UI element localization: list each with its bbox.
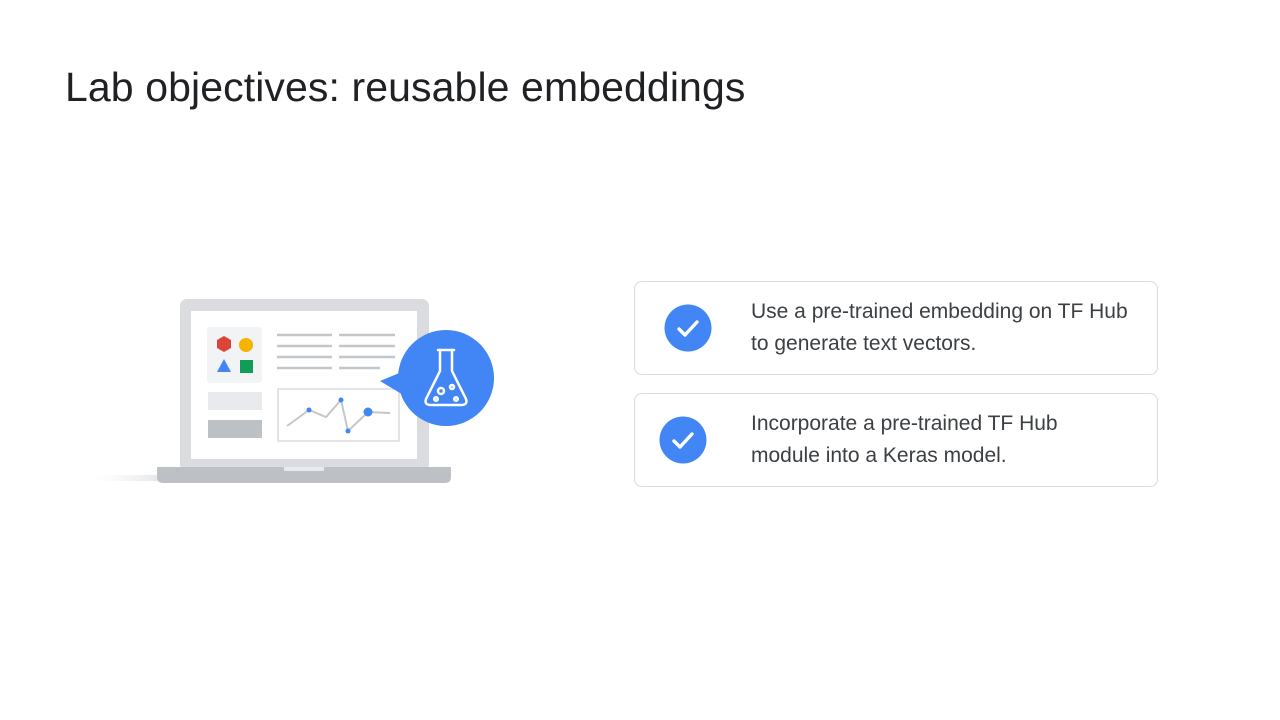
circle-shape — [239, 338, 253, 352]
objective-text: Use a pre-trained embedding on TF Hub to… — [751, 300, 1128, 355]
lab-illustration — [90, 295, 510, 495]
square-shape — [240, 360, 253, 373]
objective-card: Incorporate a pre-trained TF Hub module … — [634, 393, 1158, 487]
slide: Lab objectives: reusable embeddings Use … — [0, 0, 1280, 720]
checkmark-icon — [664, 304, 712, 352]
objective-text: Incorporate a pre-trained TF Hub module … — [751, 412, 1058, 467]
objective-card: Use a pre-trained embedding on TF Hub to… — [634, 281, 1158, 375]
checkmark-icon — [659, 416, 707, 464]
objectives-list: Use a pre-trained embedding on TF Hub to… — [634, 281, 1158, 505]
slide-title: Lab objectives: reusable embeddings — [65, 64, 746, 110]
